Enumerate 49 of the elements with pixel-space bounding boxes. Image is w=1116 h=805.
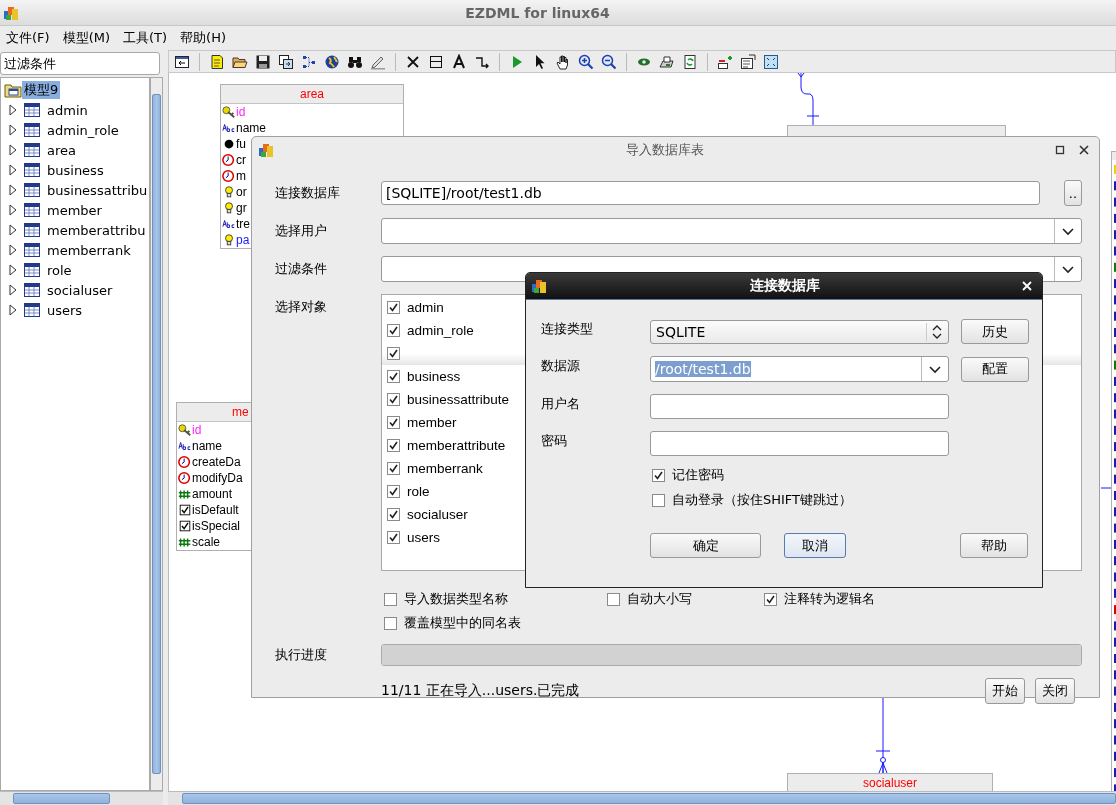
field-label: 选择用户 xyxy=(275,222,328,240)
field-name: m xyxy=(236,169,246,183)
field-name: scale xyxy=(192,535,220,549)
field-name: tre xyxy=(236,217,250,231)
table-title: me xyxy=(232,405,249,419)
dialog-title: 导入数据库表 xyxy=(624,141,705,159)
checkbox-label: 自动登录（按住SHIFT键跳过） xyxy=(672,491,853,509)
field-name: cr xyxy=(236,153,246,167)
field-label: 过滤条件 xyxy=(275,260,328,278)
field-label: 用户名 xyxy=(541,394,581,413)
field-name: gr xyxy=(236,201,247,215)
field-name: pa xyxy=(236,233,250,247)
table-title: area xyxy=(300,87,324,101)
checkbox-label: 导入数据类型名称 xyxy=(404,590,508,608)
checkbox-label: 覆盖模型中的同名表 xyxy=(404,614,521,632)
field-label: 密码 xyxy=(541,431,568,450)
dialog-title: 连接数据库 xyxy=(748,277,821,295)
field-name: id xyxy=(236,105,246,119)
list-item-label: admin xyxy=(407,300,444,315)
field-label: 数据源 xyxy=(541,357,581,375)
list-item-label: businessattribute xyxy=(407,392,510,407)
field-name: modifyDa xyxy=(192,471,243,485)
field-name: amount xyxy=(192,487,233,501)
field-name: id xyxy=(192,423,202,437)
list-item-label: memberattribute xyxy=(407,438,506,453)
checkbox-label: 注释转为逻辑名 xyxy=(784,590,875,608)
field-name: name xyxy=(192,439,223,453)
status-text: 11/11 正在导入...users.已完成 xyxy=(381,682,581,700)
list-item-label: socialuser xyxy=(407,507,468,522)
list-item-label: admin_role xyxy=(407,323,474,338)
list-item-label: member xyxy=(407,415,457,430)
checkbox-label: 记住密码 xyxy=(672,466,724,484)
field-name: createDa xyxy=(192,455,241,469)
field-label: 连接数据库 xyxy=(275,184,341,202)
table-title: socialuser xyxy=(863,776,917,790)
list-item-label: role xyxy=(407,484,430,499)
field-name: isSpecial xyxy=(192,519,241,533)
list-item-label: users xyxy=(407,530,440,545)
field-name: fu xyxy=(236,137,246,151)
field-name: isDefault xyxy=(192,503,239,517)
field-label: 选择对象 xyxy=(275,298,328,316)
field-label: 执行进度 xyxy=(275,646,328,664)
window-title: EZDML for linux64 xyxy=(464,4,611,21)
field-name: name xyxy=(236,121,267,135)
list-item-label: business xyxy=(407,369,461,384)
field-label: 连接类型 xyxy=(541,319,594,338)
list-item-label: memberrank xyxy=(407,461,483,476)
checkbox-label: 自动大小写 xyxy=(627,590,692,608)
field-name: or xyxy=(236,185,247,199)
